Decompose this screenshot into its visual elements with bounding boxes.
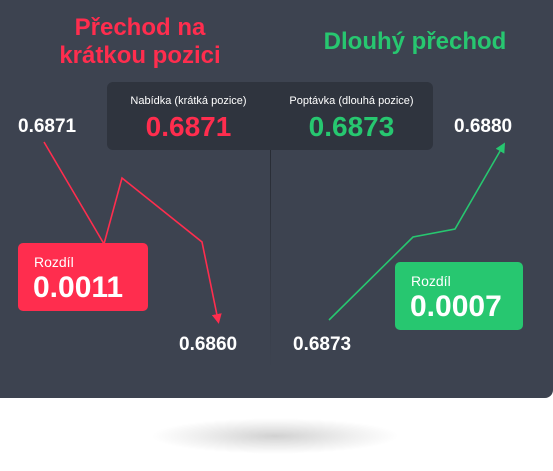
long-start-price: 0.6873 <box>293 334 352 355</box>
short-end-price: 0.6860 <box>179 334 238 355</box>
long-difference-box: Rozdíl 0.0007 <box>395 262 523 330</box>
short-difference-label: Rozdíl <box>34 254 74 270</box>
short-difference-value: 0.0011 <box>33 271 124 304</box>
short-difference-box: Rozdíl 0.0011 <box>18 243 148 311</box>
price-path-lines <box>43 141 506 324</box>
panel-shadow <box>150 418 400 454</box>
long-difference-label: Rozdíl <box>411 273 451 289</box>
diagram-panel: Přechod na krátkou pozici Dlouhý přechod… <box>0 0 553 398</box>
long-difference-value: 0.0007 <box>410 290 502 323</box>
short-start-price: 0.6871 <box>18 116 77 137</box>
long-end-price: 0.6880 <box>454 116 513 137</box>
